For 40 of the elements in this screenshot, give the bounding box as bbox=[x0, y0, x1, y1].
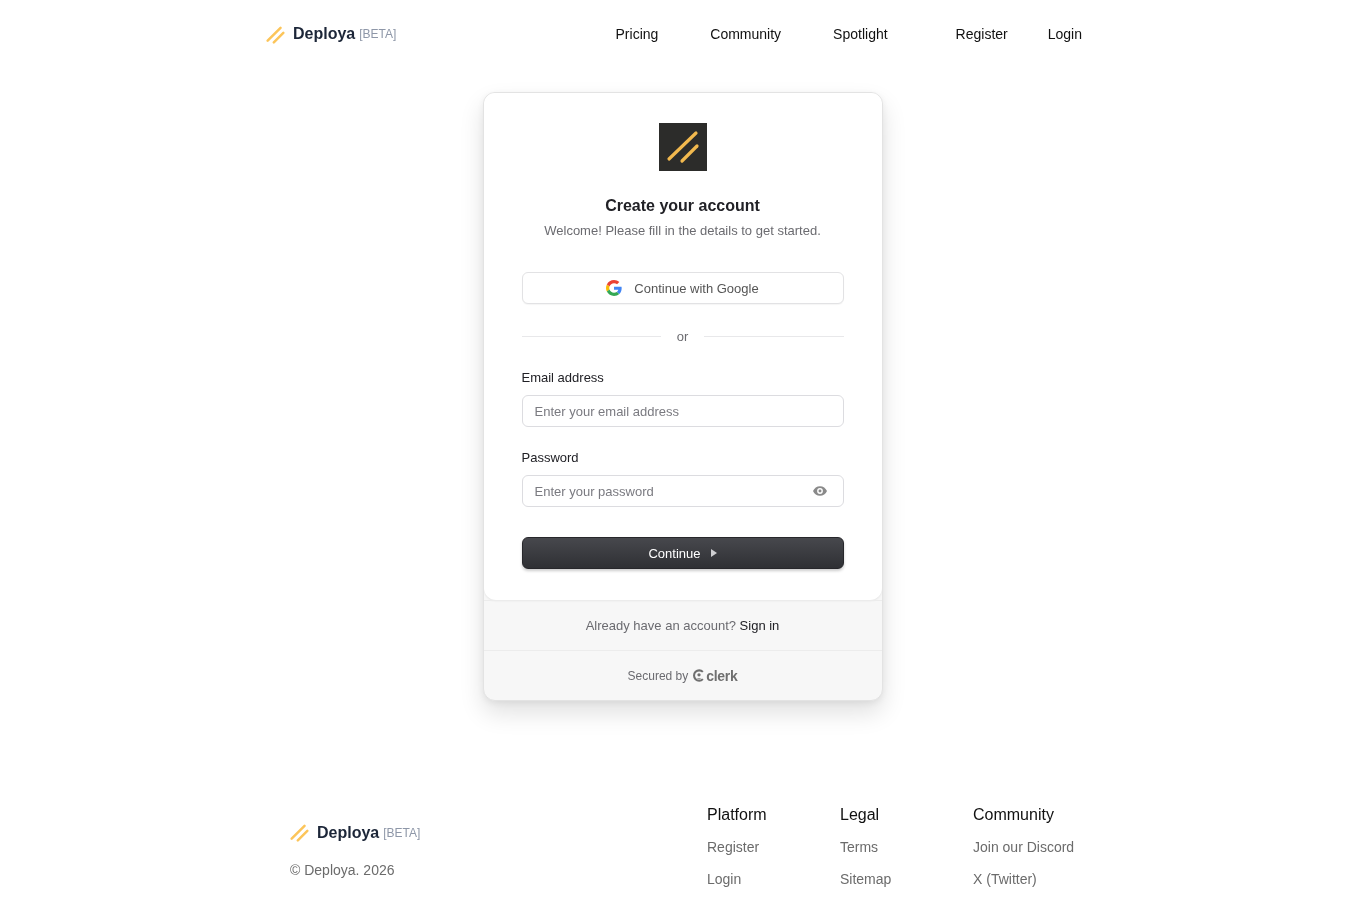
nav-link[interactable]: Login bbox=[1047, 26, 1082, 42]
slashes-logo-icon bbox=[658, 123, 707, 171]
footer-link[interactable]: Join our Discord bbox=[973, 838, 1075, 857]
password-field[interactable]: Enter your password bbox=[521, 475, 844, 507]
email-field[interactable]: Enter your email address bbox=[521, 395, 844, 427]
slashes-logo-icon bbox=[266, 24, 285, 44]
footer-link[interactable]: X (Twitter) bbox=[973, 870, 1037, 889]
footer-column-heading: Platform bbox=[707, 805, 767, 825]
eye-icon bbox=[812, 486, 827, 496]
google-sign-in-button[interactable]: Continue with Google bbox=[521, 272, 844, 304]
nav-link[interactable]: Pricing bbox=[615, 26, 659, 42]
card-title: Create your account bbox=[605, 196, 760, 216]
show-password-button[interactable] bbox=[812, 486, 827, 496]
field-label: Password bbox=[521, 449, 579, 467]
beta-label: [BETA] bbox=[359, 27, 397, 41]
beta-label: [BETA] bbox=[383, 825, 421, 840]
copyright-text: © Deploya. 2026 bbox=[290, 862, 395, 878]
sign-in-prompt: Already have an account? Sign in bbox=[585, 618, 780, 633]
g-logo-icon bbox=[606, 280, 623, 296]
field-label: Email address bbox=[521, 369, 604, 387]
continue-button[interactable]: Continue bbox=[521, 537, 844, 569]
footer-link[interactable]: Register bbox=[707, 838, 760, 857]
nav-link[interactable]: Spotlight bbox=[833, 26, 888, 42]
footer-brand-name: Deploya bbox=[317, 823, 380, 842]
secured-by-label: Secured by bbox=[627, 668, 689, 683]
nav-link[interactable]: Community bbox=[710, 26, 782, 42]
footer-column-heading: Legal bbox=[840, 805, 880, 825]
nav-link[interactable]: Register bbox=[955, 26, 1008, 42]
footer-link[interactable]: Login bbox=[707, 870, 742, 889]
brand-link[interactable]: Deploya bbox=[293, 25, 356, 43]
card-subtitle: Welcome! Please fill in the details to get started. bbox=[544, 222, 821, 240]
slashes-logo-icon bbox=[290, 823, 309, 842]
divider-label: or bbox=[676, 328, 689, 344]
sign-in-link[interactable]: Sign in bbox=[739, 618, 780, 633]
play-triangle-icon bbox=[710, 549, 717, 557]
footer-link[interactable]: Terms bbox=[840, 838, 879, 857]
provider-wordmark: clerk bbox=[706, 667, 738, 684]
ring-logo-icon bbox=[693, 669, 706, 682]
footer-link[interactable]: Sitemap bbox=[840, 870, 892, 889]
footer-column-heading: Community bbox=[973, 805, 1054, 825]
